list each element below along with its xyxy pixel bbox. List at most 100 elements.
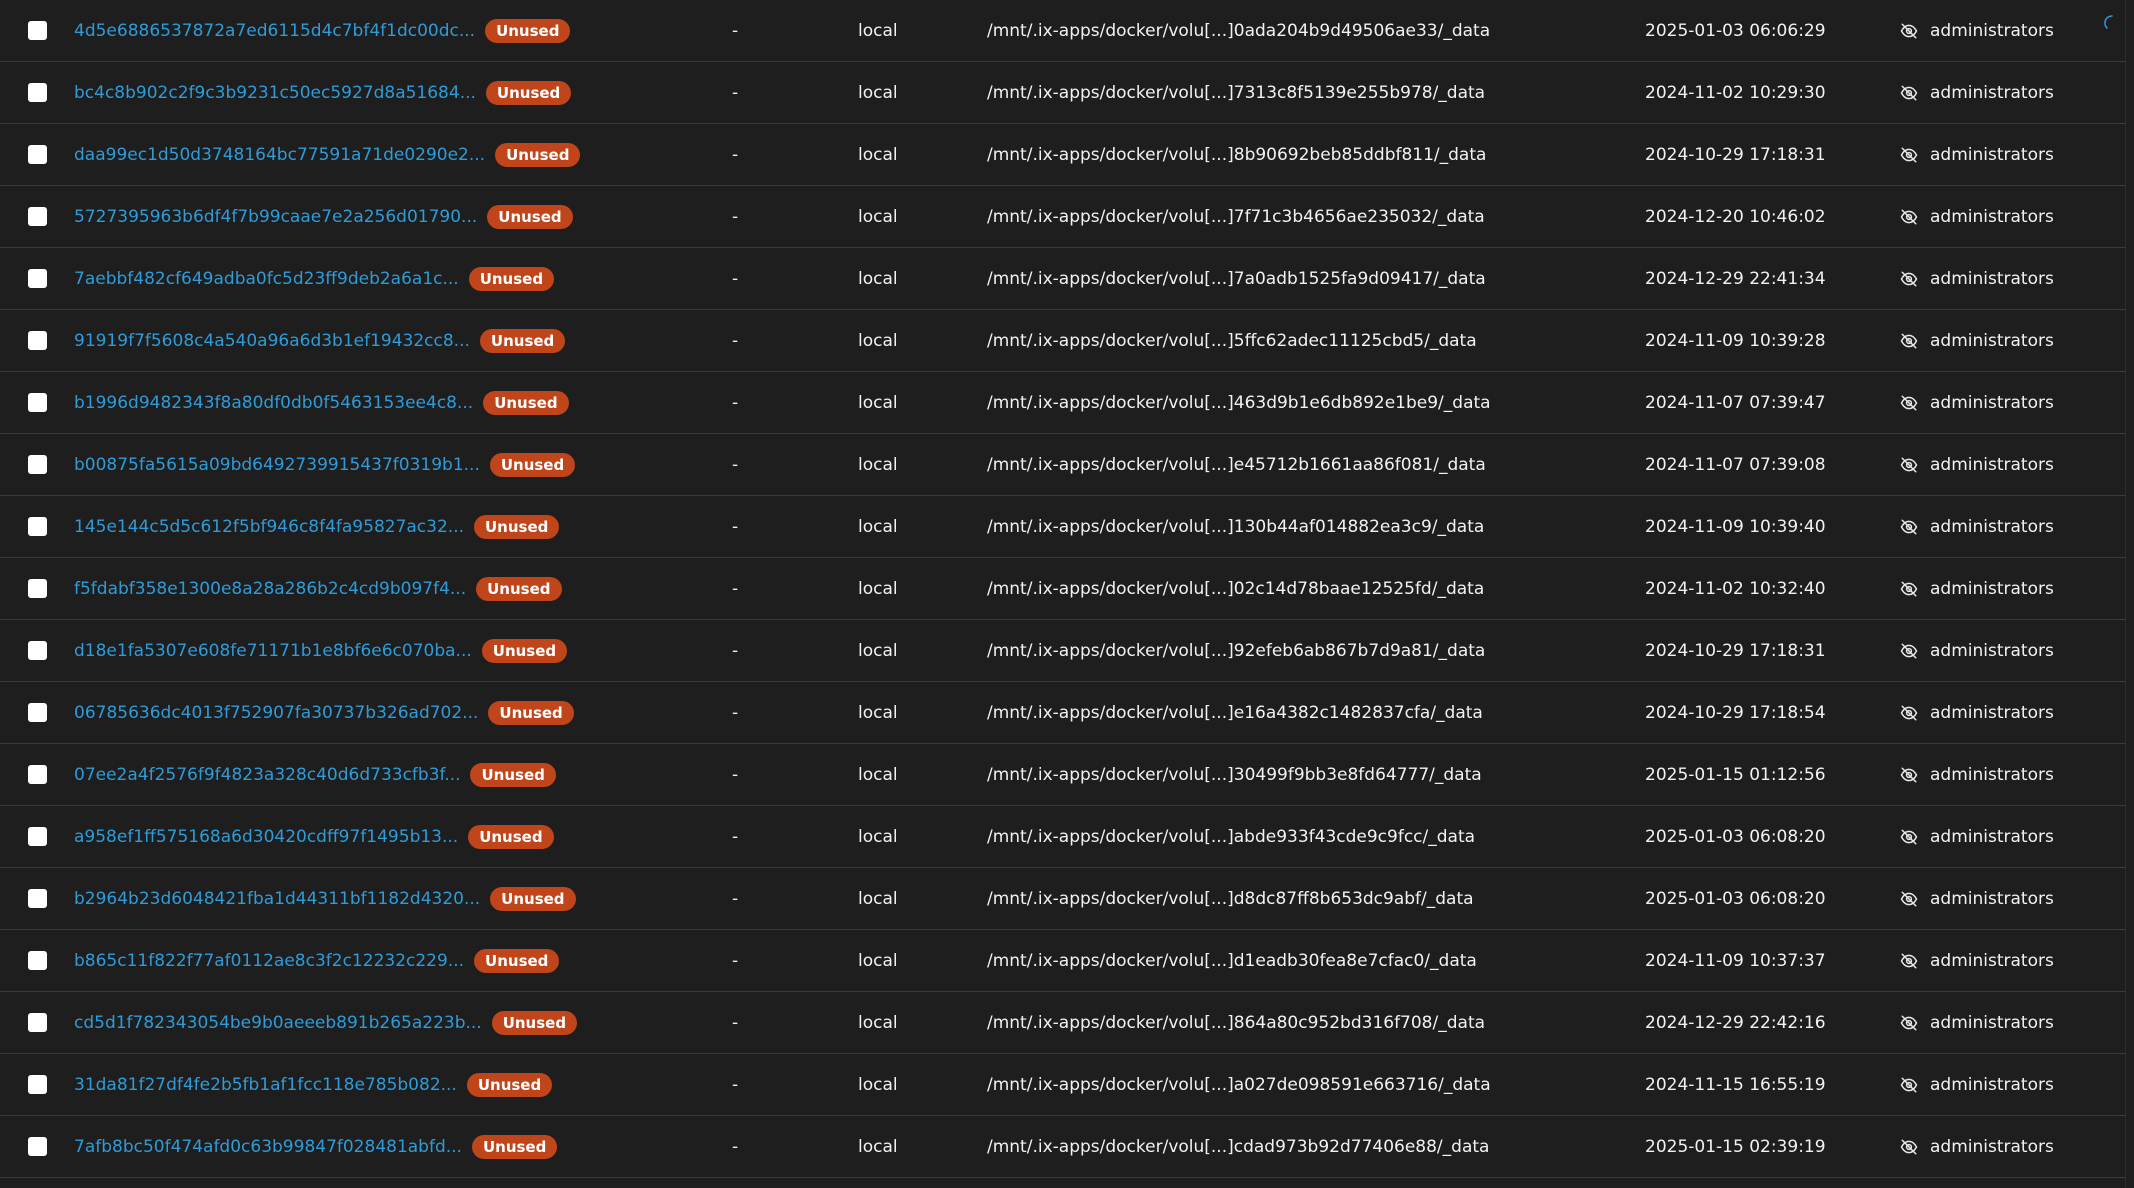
empty-value: - [732,83,739,103]
volume-name-link[interactable]: a958ef1ff575168a6d30420cdff97f1495b13... [74,806,458,868]
table-row[interactable]: 7aebbf482cf649adba0fc5d23ff9deb2a6a1c...… [0,248,2126,310]
created-date-cell: 2024-11-07 07:39:47 [1645,393,1826,413]
row-checkbox[interactable] [28,207,47,226]
row-checkbox[interactable] [28,951,47,970]
owner-cell: administrators [1900,186,2054,248]
owner-cell: administrators [1900,1116,2054,1178]
owner-label: administrators [1930,21,2054,41]
name-cell: 31da81f27df4fe2b5fb1af1fcc118e785b082...… [74,1054,553,1116]
row-checkbox[interactable] [28,83,47,102]
owner-cell: administrators [1900,744,2054,806]
row-checkbox[interactable] [28,579,47,598]
table-row[interactable]: b00875fa5615a09bd6492739915437f0319b1...… [0,434,2126,496]
row-checkbox[interactable] [28,641,47,660]
table-row[interactable]: bc4c8b902c2f9c3b9231c50ec5927d8a51684...… [0,62,2126,124]
mount-path-cell: /mnt/.ix-apps/docker/volu[...]7f71c3b465… [987,207,1485,227]
row-checkbox[interactable] [28,269,47,288]
row-checkbox[interactable] [28,1137,47,1156]
table-row[interactable]: 4d5e6886537872a7ed6115d4c7bf4f1dc00dc...… [0,0,2126,62]
name-cell: f5fdabf358e1300e8a28a286b2c4cd9b097f4...… [74,558,562,620]
table-row[interactable]: 7afb8bc50f474afd0c63b99847f028481abfd...… [0,1116,2126,1178]
volume-name-link[interactable]: 7afb8bc50f474afd0c63b99847f028481abfd... [74,1116,462,1178]
volume-name-link[interactable]: 4d5e6886537872a7ed6115d4c7bf4f1dc00dc... [74,0,475,62]
created-date-cell: 2024-10-29 17:18:31 [1645,641,1826,661]
row-checkbox[interactable] [28,703,47,722]
row-checkbox[interactable] [28,331,47,350]
row-checkbox[interactable] [28,145,47,164]
volume-name-link[interactable]: 91919f7f5608c4a540a96a6d3b1ef19432cc8... [74,310,470,372]
driver-cell: local [858,145,898,165]
driver-cell: local [858,1137,898,1157]
table-row[interactable]: 07ee2a4f2576f9f4823a328c40d6d733cfb3f...… [0,744,2126,806]
mount-path-cell: /mnt/.ix-apps/docker/volu[...]130b44af01… [987,517,1485,537]
eye-slash-icon [1900,209,1918,225]
volume-name-link[interactable]: daa99ec1d50d3748164bc77591a71de0290e2... [74,124,485,186]
empty-value: - [732,517,739,537]
volume-name-link[interactable]: 07ee2a4f2576f9f4823a328c40d6d733cfb3f... [74,744,460,806]
owner-label: administrators [1930,83,2054,103]
empty-value: - [732,765,739,785]
row-checkbox[interactable] [28,1013,47,1032]
row-checkbox[interactable] [28,393,47,412]
table-row[interactable]: b1996d9482343f8a80df0db0f5463153ee4c8...… [0,372,2126,434]
mount-path-cell: /mnt/.ix-apps/docker/volu[...]d8dc87ff8b… [987,889,1474,909]
table-row[interactable]: 06785636dc4013f752907fa30737b326ad702...… [0,682,2126,744]
status-badge: Unused [474,515,560,539]
volume-name-link[interactable]: d18e1fa5307e608fe71171b1e8bf6e6c070ba... [74,620,472,682]
created-date-cell: 2024-11-07 07:39:08 [1645,455,1826,475]
owner-cell: administrators [1900,310,2054,372]
table-row[interactable]: b2964b23d6048421fba1d44311bf1182d4320...… [0,868,2126,930]
table-row[interactable]: 145e144c5d5c612f5bf946c8f4fa95827ac32...… [0,496,2126,558]
table-row[interactable]: d18e1fa5307e608fe71171b1e8bf6e6c070ba...… [0,620,2126,682]
volume-name-link[interactable]: b2964b23d6048421fba1d44311bf1182d4320... [74,868,480,930]
mount-path-cell: /mnt/.ix-apps/docker/volu[...]5ffc62adec… [987,331,1477,351]
status-badge: Unused [470,763,556,787]
driver-cell: local [858,455,898,475]
row-checkbox[interactable] [28,455,47,474]
row-checkbox[interactable] [28,21,47,40]
volume-name-link[interactable]: cd5d1f782343054be9b0aeeeb891b265a223b... [74,992,482,1054]
table-row[interactable]: cd5d1f782343054be9b0aeeeb891b265a223b...… [0,992,2126,1054]
volume-name-link[interactable]: b865c11f822f77af0112ae8c3f2c12232c229... [74,930,464,992]
volume-name-link[interactable]: 145e144c5d5c612f5bf946c8f4fa95827ac32... [74,496,464,558]
owner-label: administrators [1930,1075,2054,1095]
volume-name-link[interactable]: 5727395963b6df4f7b99caae7e2a256d01790... [74,186,477,248]
table-row[interactable]: 31da81f27df4fe2b5fb1af1fcc118e785b082...… [0,1054,2126,1116]
row-checkbox[interactable] [28,1075,47,1094]
volume-name-link[interactable]: b1996d9482343f8a80df0db0f5463153ee4c8... [74,372,473,434]
name-cell: 145e144c5d5c612f5bf946c8f4fa95827ac32...… [74,496,560,558]
status-badge: Unused [474,949,560,973]
status-badge: Unused [471,1135,558,1159]
volume-name-link[interactable]: bc4c8b902c2f9c3b9231c50ec5927d8a51684... [74,62,476,124]
status-badge: Unused [476,577,562,601]
table-row[interactable]: 91919f7f5608c4a540a96a6d3b1ef19432cc8...… [0,310,2126,372]
row-checkbox[interactable] [28,827,47,846]
table-row[interactable]: a958ef1ff575168a6d30420cdff97f1495b13...… [0,806,2126,868]
empty-value: - [732,269,739,289]
driver-cell: local [858,951,898,971]
volume-name-link[interactable]: b00875fa5615a09bd6492739915437f0319b1... [74,434,480,496]
created-date-cell: 2025-01-15 01:12:56 [1645,765,1826,785]
row-checkbox[interactable] [28,765,47,784]
status-badge: Unused [468,267,555,291]
volume-name-link[interactable]: 31da81f27df4fe2b5fb1af1fcc118e785b082... [74,1054,457,1116]
volume-name-link[interactable]: 06785636dc4013f752907fa30737b326ad702... [74,682,478,744]
status-badge: Unused [483,391,569,415]
row-checkbox[interactable] [28,889,47,908]
owner-cell: administrators [1900,496,2054,558]
table-row[interactable]: b865c11f822f77af0112ae8c3f2c12232c229...… [0,930,2126,992]
driver-cell: local [858,269,898,289]
volume-name-link[interactable]: f5fdabf358e1300e8a28a286b2c4cd9b097f4... [74,558,466,620]
empty-value: - [732,393,739,413]
owner-label: administrators [1930,517,2054,537]
table-row[interactable]: daa99ec1d50d3748164bc77591a71de0290e2...… [0,124,2126,186]
volume-name-link[interactable]: 7aebbf482cf649adba0fc5d23ff9deb2a6a1c... [74,248,459,310]
name-cell: b2964b23d6048421fba1d44311bf1182d4320...… [74,868,576,930]
row-checkbox[interactable] [28,517,47,536]
mount-path-cell: /mnt/.ix-apps/docker/volu[...]8b90692beb… [987,145,1487,165]
driver-cell: local [858,1075,898,1095]
eye-slash-icon [1900,767,1918,783]
owner-cell: administrators [1900,930,2054,992]
table-row[interactable]: 5727395963b6df4f7b99caae7e2a256d01790...… [0,186,2126,248]
table-row[interactable]: f5fdabf358e1300e8a28a286b2c4cd9b097f4...… [0,558,2126,620]
